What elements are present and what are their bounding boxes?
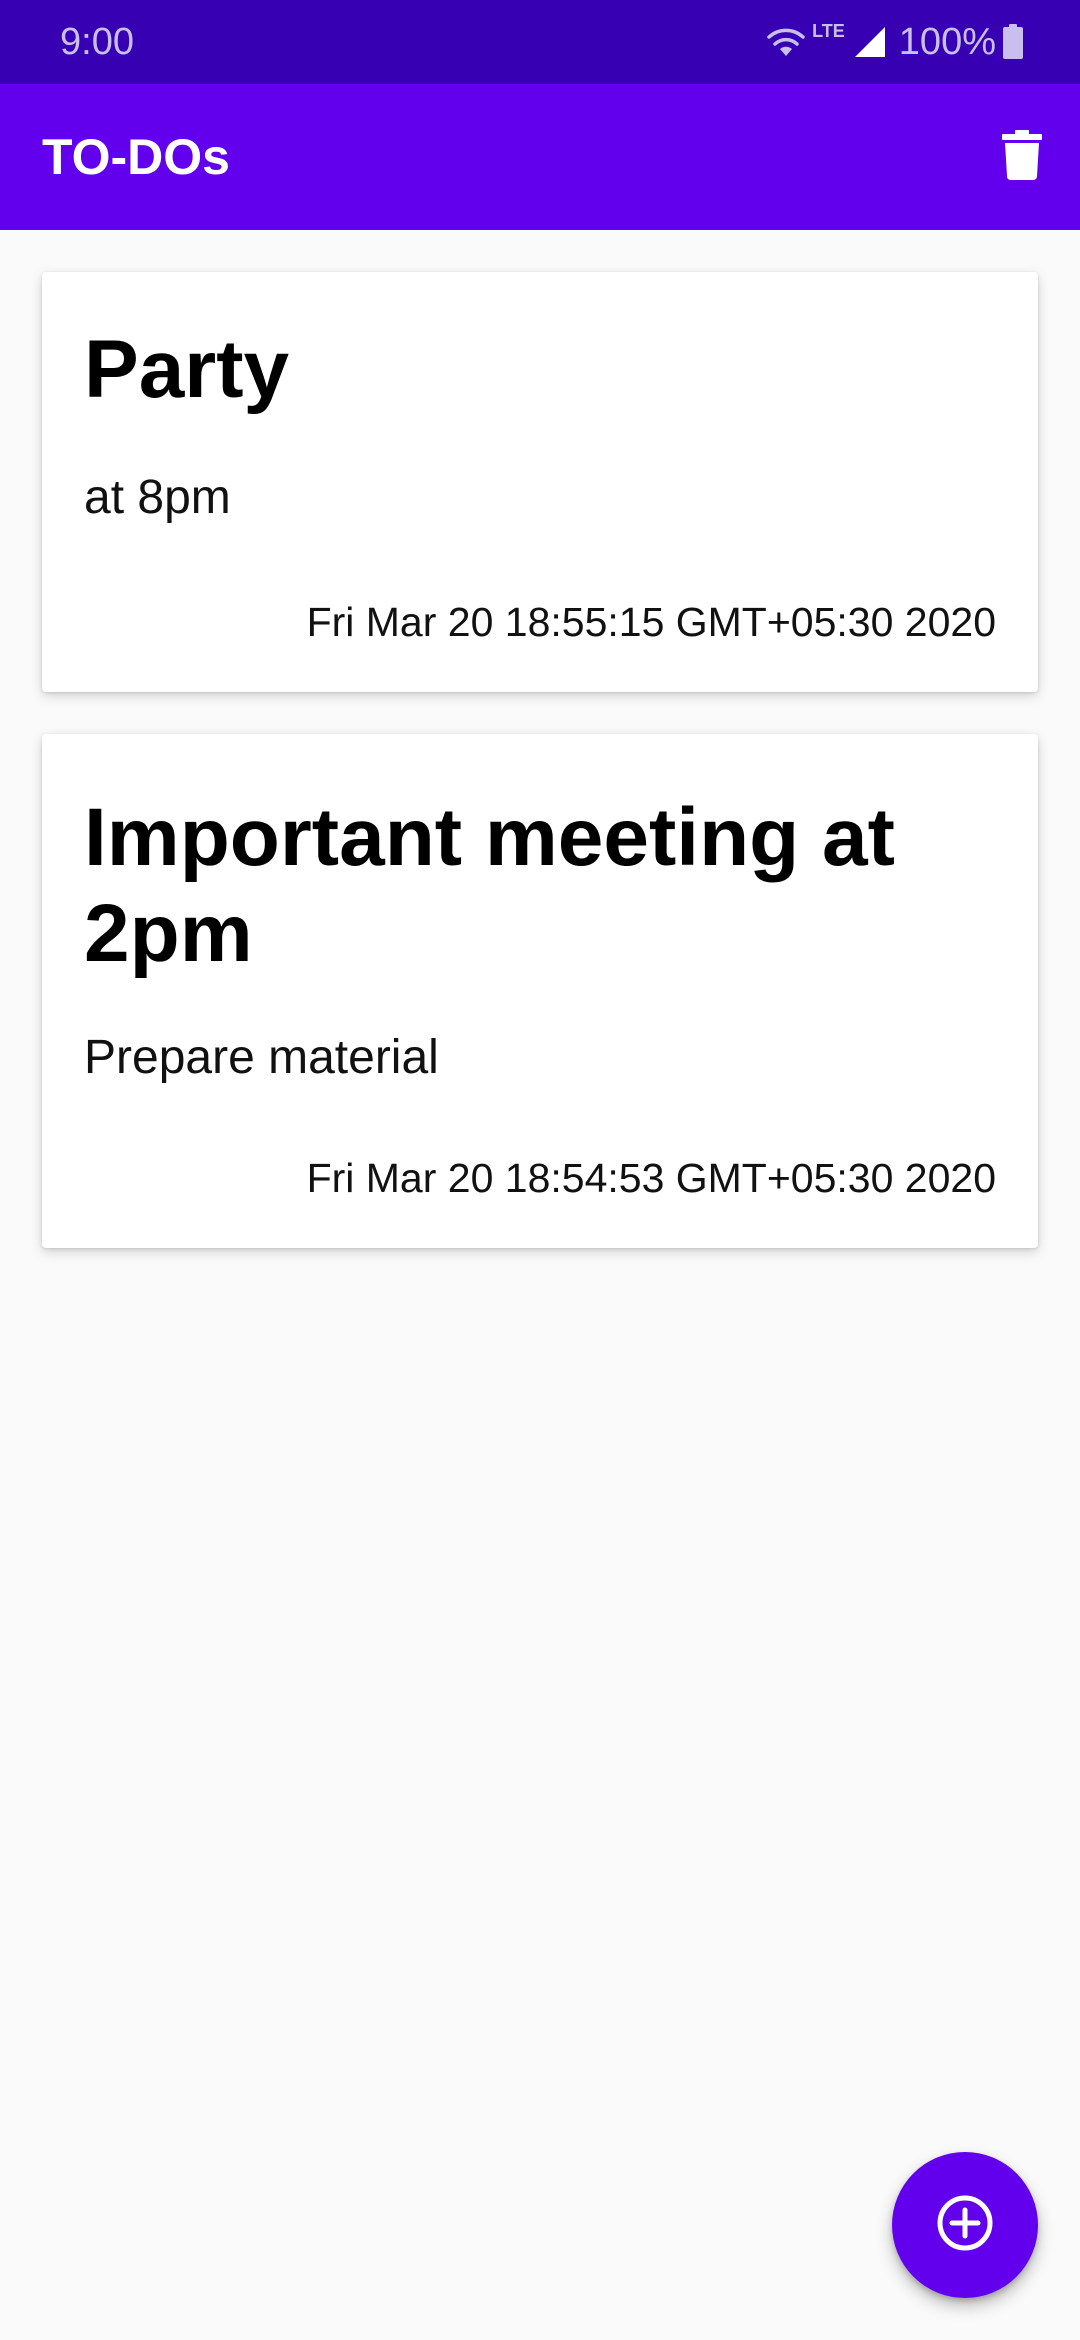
- delete-icon: [1002, 129, 1042, 185]
- signal-icon: [853, 25, 887, 59]
- add-circle-icon: [936, 2194, 994, 2257]
- todo-description: Prepare material: [84, 1031, 439, 1084]
- todo-title: Important meeting at 2pm: [84, 792, 895, 979]
- todo-description: at 8pm: [84, 471, 231, 524]
- screen: 9:00 LTE 100% TO-DOs Party at 8pm Fri Ma…: [0, 0, 1080, 2340]
- todo-title: Party: [84, 324, 290, 415]
- todo-date: Fri Mar 20 18:54:53 GMT+05:30 2020: [306, 1155, 996, 1201]
- status-icons: LTE 100%: [766, 18, 1024, 66]
- status-bar: 9:00 LTE 100%: [0, 0, 1080, 84]
- network-type-label: LTE: [812, 20, 845, 41]
- todo-card[interactable]: Important meeting at 2pm Prepare materia…: [42, 734, 1038, 1248]
- add-todo-button[interactable]: [892, 2152, 1038, 2298]
- wifi-icon: [766, 26, 806, 58]
- todo-date: Fri Mar 20 18:55:15 GMT+05:30 2020: [306, 599, 996, 645]
- battery-icon: [1002, 24, 1024, 60]
- todo-card[interactable]: Party at 8pm Fri Mar 20 18:55:15 GMT+05:…: [42, 272, 1038, 692]
- page-title: TO-DOs: [42, 129, 230, 185]
- delete-all-button[interactable]: [986, 121, 1058, 193]
- app-bar: TO-DOs: [0, 84, 1080, 230]
- status-time: 9:00: [60, 21, 134, 63]
- battery-percentage: 100%: [898, 21, 996, 63]
